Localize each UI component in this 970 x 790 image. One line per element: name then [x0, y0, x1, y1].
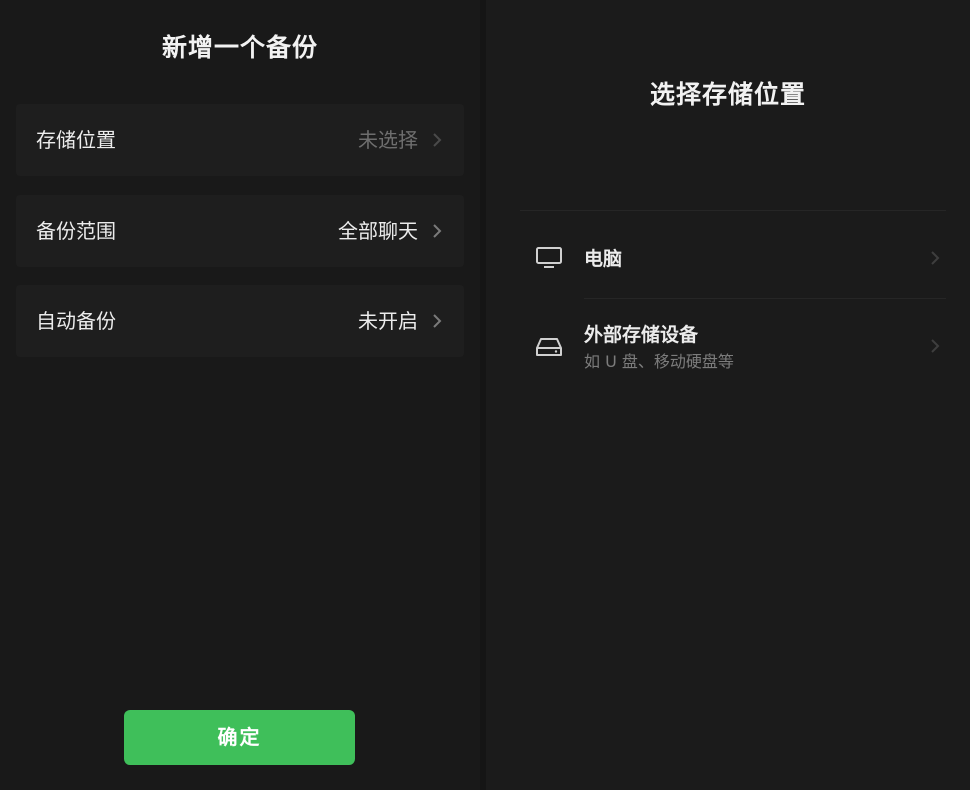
external-storage-subtitle: 如 U 盘、移动硬盘等 [584, 352, 734, 371]
backup-scope-label: 备份范围 [36, 219, 116, 243]
chevron-right-icon [931, 339, 940, 353]
auto-backup-value: 未开启 [358, 309, 418, 333]
auto-backup-label: 自动备份 [36, 309, 116, 333]
storage-location-label: 存储位置 [36, 128, 116, 152]
backup-scope-row[interactable]: 备份范围 全部聊天 [16, 195, 464, 267]
hard-drive-icon [536, 338, 562, 356]
auto-backup-row[interactable]: 自动备份 未开启 [16, 285, 464, 357]
chevron-right-icon [433, 133, 442, 147]
select-storage-title: 选择存储位置 [649, 80, 806, 109]
new-backup-title: 新增一个备份 [161, 33, 318, 62]
computer-option-title: 电脑 [584, 248, 623, 270]
app-root: 新增一个备份 存储位置 未选择 备份范围 全部聊天 自动备份 未开启 确定 选择… [0, 0, 970, 790]
backup-scope-value: 全部聊天 [338, 219, 418, 243]
chevron-right-icon [931, 251, 940, 265]
chevron-right-icon [433, 224, 442, 238]
storage-location-row[interactable]: 存储位置 未选择 [16, 104, 464, 176]
storage-location-value: 未选择 [358, 128, 418, 152]
list-divider [520, 210, 946, 211]
external-storage-option[interactable]: 外部存储设备 如 U 盘、移动硬盘等 [520, 304, 940, 388]
chevron-right-icon [433, 314, 442, 328]
new-backup-panel: 新增一个备份 存储位置 未选择 备份范围 全部聊天 自动备份 未开启 确定 [0, 0, 480, 790]
external-storage-title: 外部存储设备 [584, 324, 699, 346]
confirm-button[interactable]: 确定 [124, 710, 355, 765]
list-divider [584, 298, 946, 299]
select-storage-panel: 选择存储位置 电脑 外部存储设备 如 U 盘、移动硬盘等 [486, 0, 970, 790]
computer-option[interactable]: 电脑 [520, 222, 940, 294]
monitor-icon [536, 247, 562, 268]
